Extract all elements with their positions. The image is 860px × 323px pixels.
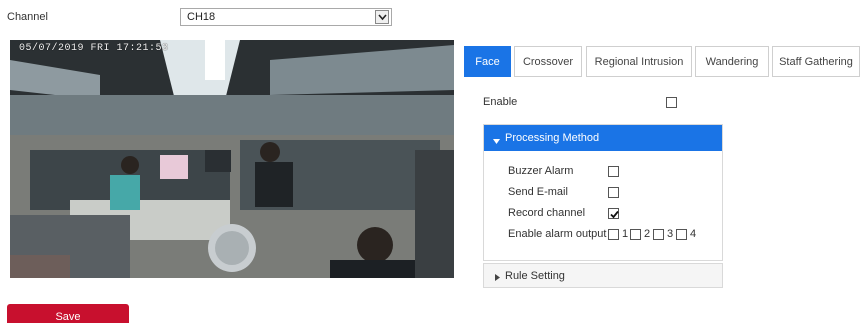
tab-regional-intrusion[interactable]: Regional Intrusion [586,46,692,77]
send-email-checkbox[interactable] [608,187,619,198]
buzzer-alarm-checkbox[interactable] [608,166,619,177]
tab-crossover[interactable]: Crossover [514,46,582,77]
record-channel-label: Record channel [508,207,586,219]
alarm-output-4-checkbox[interactable] [676,229,687,240]
tab-staff-gathering[interactable]: Staff Gathering [772,46,860,77]
tab-wandering[interactable]: Wandering [695,46,769,77]
processing-method-header[interactable]: Processing Method [484,125,722,151]
tab-face[interactable]: Face [464,46,511,77]
enable-label: Enable [483,96,518,108]
alarm-output-2-label: 2 [644,228,651,240]
record-channel-checkbox[interactable] [608,208,619,219]
alarm-output-3-label: 3 [667,228,674,240]
alarm-output-1-label: 1 [622,228,629,240]
enable-checkbox[interactable] [666,97,677,108]
rule-setting-title: Rule Setting [505,270,565,282]
channel-label: Channel [7,11,48,23]
buzzer-alarm-label: Buzzer Alarm [508,165,574,177]
alarm-output-4-label: 4 [690,228,697,240]
video-timestamp: 05/07/2019 FRI 17:21:53 [19,43,169,54]
channel-select-value: CH18 [187,11,216,23]
save-button[interactable]: Save [7,304,129,323]
send-email-label: Send E-mail [508,186,568,198]
caret-down-icon [493,135,500,147]
alarm-output-3-checkbox[interactable] [653,229,664,240]
checkmark-icon [610,210,619,219]
live-video-preview: 05/07/2019 FRI 17:21:53 [10,40,454,278]
channel-select[interactable]: CH18 [180,8,392,26]
processing-method-title: Processing Method [505,132,600,144]
chevron-down-icon[interactable] [375,10,389,24]
alarm-output-1-checkbox[interactable] [608,229,619,240]
rule-setting-header[interactable]: Rule Setting [483,263,723,288]
caret-right-icon [495,272,500,284]
alarm-output-label: Enable alarm output [508,228,607,240]
alarm-output-2-checkbox[interactable] [630,229,641,240]
